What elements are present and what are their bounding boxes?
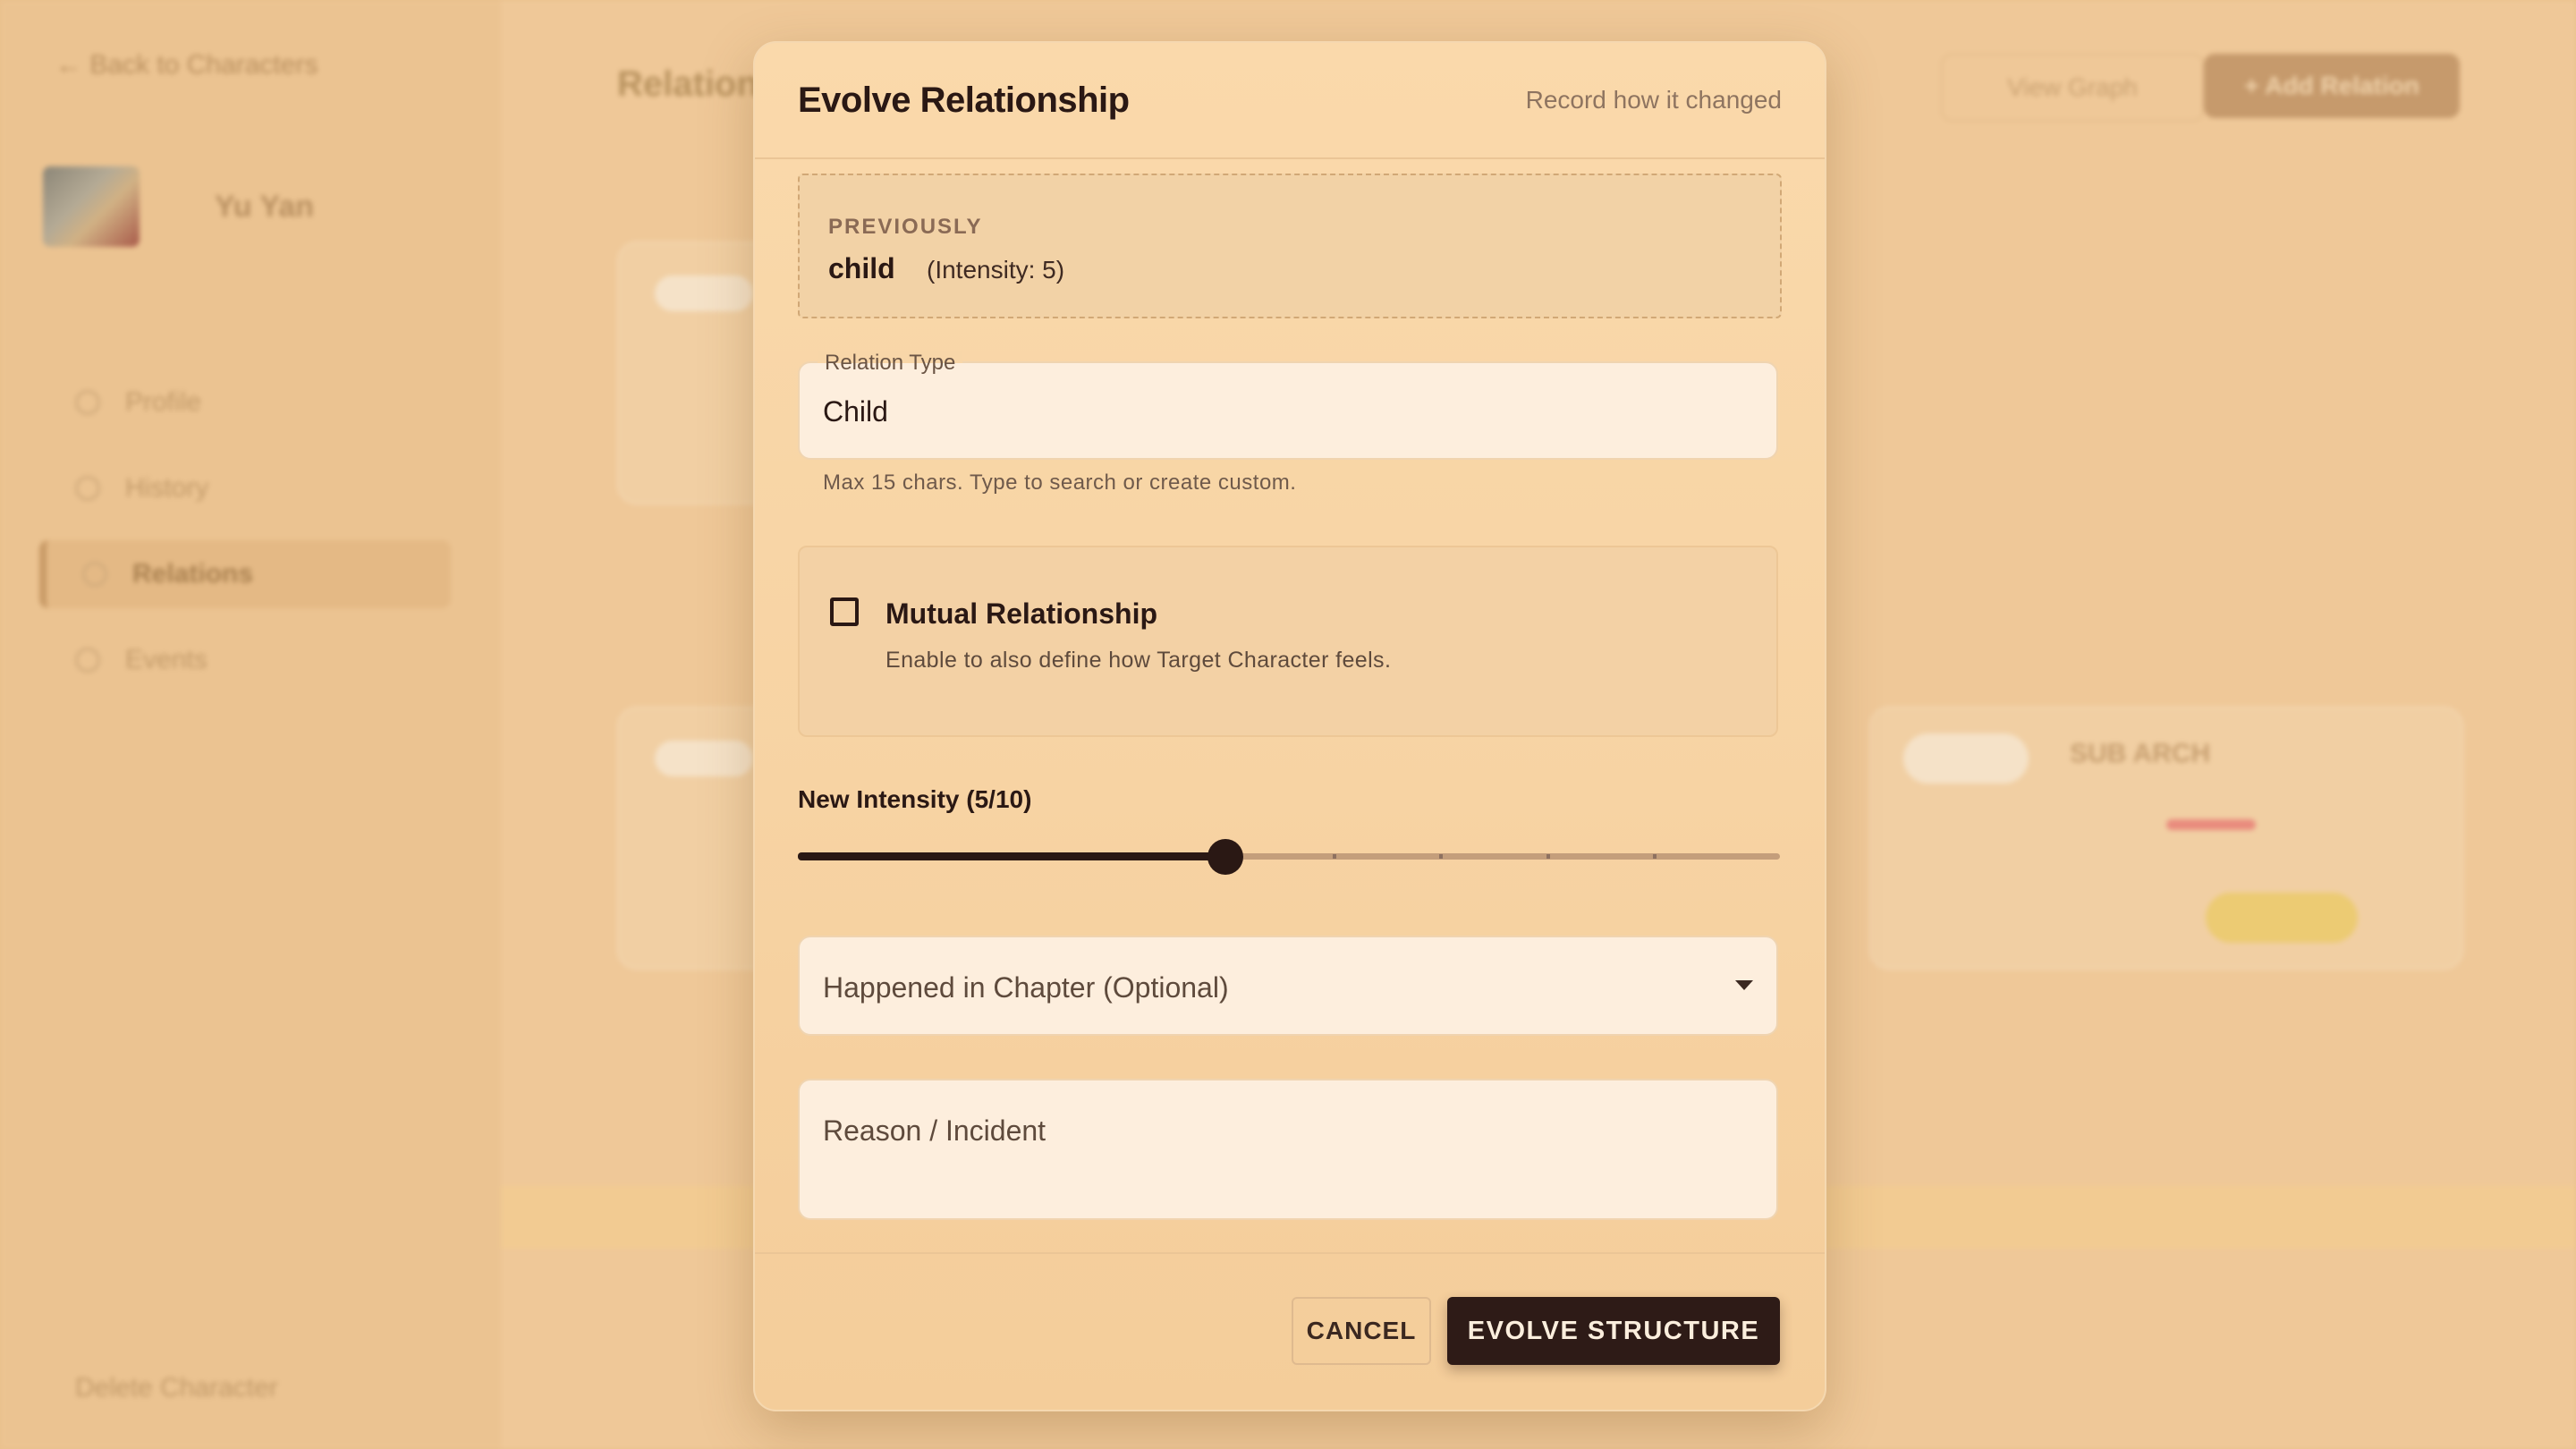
chapter-select[interactable]: Happened in Chapter (Optional) <box>798 936 1778 1036</box>
evolve-structure-button[interactable]: EVOLVE STRUCTURE <box>1447 1297 1780 1365</box>
mutual-relationship-checkbox[interactable] <box>830 597 859 626</box>
previously-label: PREVIOUSLY <box>828 215 983 239</box>
evolve-relationship-dialog: Evolve Relationship Record how it change… <box>753 41 1826 1411</box>
relation-card-name: SUB ARCH <box>2070 739 2211 768</box>
previous-relation-box: PREVIOUSLY child (Intensity: 5) <box>798 174 1782 318</box>
relation-type-helper: Max 15 chars. Type to search or create c… <box>823 470 1297 495</box>
mutual-relationship-label[interactable]: Mutual Relationship <box>886 597 1157 631</box>
sidebar-item-events[interactable]: Events <box>39 626 451 694</box>
events-icon <box>75 648 100 673</box>
delete-character-link[interactable]: Delete Character <box>75 1373 278 1403</box>
sidebar-item-label: Profile <box>125 387 202 417</box>
character-name: Yu Yan <box>215 189 314 224</box>
dialog-footer-divider <box>755 1252 1825 1254</box>
cancel-button[interactable]: CANCEL <box>1292 1297 1431 1365</box>
mutual-relationship-section: Mutual Relationship Enable to also defin… <box>798 546 1778 737</box>
previous-intensity: (Intensity: 5) <box>927 256 1065 284</box>
relation-type-field[interactable]: Relation Type Child <box>798 351 1778 460</box>
intensity-label: New Intensity (5/10) <box>798 785 1032 813</box>
relations-icon <box>82 562 107 587</box>
character-card: Yu Yan <box>43 166 314 247</box>
character-avatar <box>43 166 140 247</box>
sidebar-item-profile[interactable]: Profile <box>39 369 451 436</box>
profile-icon <box>75 390 100 415</box>
relation-type-label: Relation Type <box>818 351 963 376</box>
evolve-chip[interactable] <box>2206 893 2358 943</box>
reason-placeholder: Reason / Incident <box>823 1114 1046 1147</box>
slider-tick <box>1439 854 1443 859</box>
reason-textarea[interactable]: Reason / Incident <box>798 1079 1778 1220</box>
dialog-title: Evolve Relationship <box>798 80 1130 120</box>
avatar <box>655 275 753 311</box>
previous-relation-type: child <box>828 252 895 284</box>
sidebar: ← Back to Characters Yu Yan Profile Hist… <box>0 0 501 1449</box>
sidebar-item-history[interactable]: History <box>39 454 451 522</box>
sidebar-item-label: Events <box>125 645 208 674</box>
sidebar-item-label: History <box>125 473 209 503</box>
intensity-bar <box>2166 819 2256 830</box>
add-relation-button[interactable]: + Add Relation <box>2204 54 2460 118</box>
sidebar-item-label: Relations <box>132 559 254 589</box>
chapter-select-placeholder: Happened in Chapter (Optional) <box>823 971 1229 1004</box>
slider-tick <box>1546 854 1550 859</box>
history-icon <box>75 476 100 501</box>
dropdown-arrow-icon <box>1735 980 1753 990</box>
dialog-header: Evolve Relationship Record how it change… <box>755 43 1825 159</box>
slider-tick <box>1653 854 1657 859</box>
avatar <box>655 741 753 776</box>
view-graph-button[interactable]: View Graph <box>1941 54 2204 122</box>
back-to-characters-link[interactable]: ← Back to Characters <box>55 50 318 80</box>
sidebar-item-relations[interactable]: Relations <box>39 540 451 608</box>
relation-type-input[interactable]: Child <box>823 395 888 428</box>
dialog-subtitle: Record how it changed <box>1525 86 1782 114</box>
slider-tick <box>1333 854 1336 859</box>
relation-card[interactable]: SUB ARCH <box>1869 707 2463 970</box>
slider-thumb[interactable] <box>1208 839 1243 875</box>
avatar <box>1903 733 2029 784</box>
mutual-relationship-description: Enable to also define how Target Charact… <box>886 648 1392 673</box>
slider-fill <box>798 852 1225 860</box>
sidebar-nav: Profile History Relations Events <box>39 369 451 712</box>
intensity-slider[interactable] <box>798 839 1780 875</box>
